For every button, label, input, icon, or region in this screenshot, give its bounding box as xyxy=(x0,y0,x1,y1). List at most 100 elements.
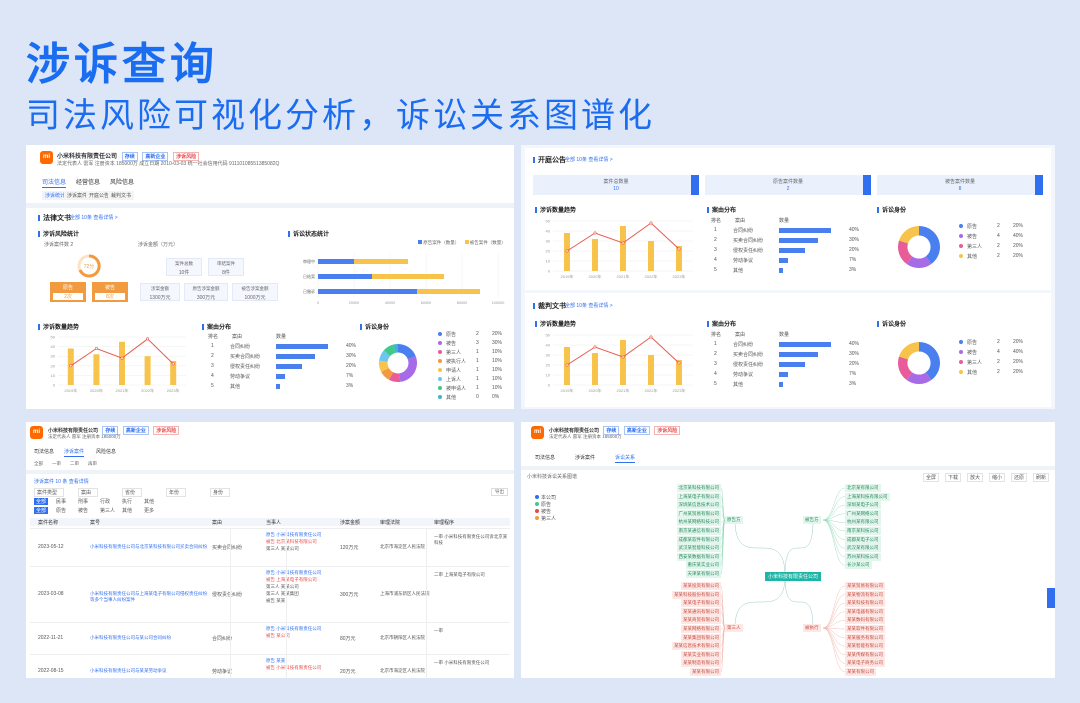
plaintiff-leaf[interactable]: 天津某有限公司 xyxy=(685,570,721,578)
filter-option[interactable]: 全部 xyxy=(34,507,49,514)
third-leaf[interactable]: 某某制造有限公司 xyxy=(681,659,721,668)
case-name-link[interactable]: 小米科技有限责任公司与某公司合同纠纷 xyxy=(90,635,210,641)
plaintiff-leaf[interactable]: 深圳某信息技术公司 xyxy=(676,501,721,510)
hub-third[interactable]: 第三人 xyxy=(725,624,743,632)
bar xyxy=(592,353,598,385)
plaintiff-leaf[interactable]: 重庆某实业公司 xyxy=(685,561,721,570)
plaintiff-leaf[interactable]: 北京某科技有限公司 xyxy=(676,484,721,492)
case-name-link[interactable]: 小米科技有限责任公司与某某劳动争议 xyxy=(90,668,210,674)
plaintiff-leaf[interactable]: 上海某电子有限公司 xyxy=(676,492,721,501)
third-leaf[interactable]: 某某电子有限公司 xyxy=(681,599,721,608)
cause-name: 其他 xyxy=(230,384,241,390)
executed-leaf[interactable]: 某某服务有限公司 xyxy=(845,633,885,642)
expand-button[interactable] xyxy=(863,175,871,195)
executed-leaf[interactable]: 某某数码有限公司 xyxy=(845,616,885,625)
plaintiff-leaf[interactable]: 武汉某智能科技公司 xyxy=(676,544,721,553)
expand-button[interactable] xyxy=(691,175,699,195)
third-leaf[interactable]: 某某实业有限公司 xyxy=(681,650,721,659)
plaintiff-leaf[interactable]: 成都某软件有限公司 xyxy=(676,535,721,544)
subtab-1[interactable]: 一审 xyxy=(52,461,61,467)
case-count[interactable]: 涉诉案件 10 条 查看详情 xyxy=(34,478,89,485)
filter-select: 案由 xyxy=(78,488,99,497)
executed-leaf[interactable]: 某某电器有限公司 xyxy=(845,607,885,616)
plaintiff-leaf[interactable]: 南京某通信有限公司 xyxy=(676,527,721,535)
plaintiff-leaf[interactable]: 杭州某网络科技公司 xyxy=(676,518,721,527)
executed-leaf[interactable]: 某某物流有限公司 xyxy=(845,590,885,599)
filter-option[interactable]: 执行 xyxy=(122,498,132,505)
executed-leaf[interactable]: 某某有限公司 xyxy=(845,668,876,676)
subtab-3[interactable]: 再审 xyxy=(88,461,97,467)
legend-name: 其他 xyxy=(967,254,978,260)
filter-option[interactable]: 原告 xyxy=(56,507,66,514)
cause-rank: 4 xyxy=(211,373,214,379)
trend-point xyxy=(677,247,681,251)
executed-leaf[interactable]: 某某智能有限公司 xyxy=(845,642,885,651)
p2-role-title-b: 诉讼身份 xyxy=(877,319,906,328)
export-button[interactable]: 导出 xyxy=(491,488,508,496)
tab-judicial[interactable]: 司法信息 xyxy=(42,177,67,188)
tab-risk[interactable]: 风险信息 xyxy=(110,177,134,186)
third-leaf[interactable]: 某某商贸有限公司 xyxy=(681,616,721,625)
filter-option[interactable]: 刑事 xyxy=(78,498,88,505)
defendant-leaf[interactable]: 上海某科技有限公司 xyxy=(845,492,890,501)
executed-leaf[interactable]: 某某传媒有限公司 xyxy=(845,650,885,659)
filter-option[interactable]: 全部 xyxy=(34,498,49,505)
tab-business[interactable]: 经营信息 xyxy=(76,177,100,186)
executed-leaf[interactable]: 某某软件有限公司 xyxy=(845,625,885,633)
cause-pct: 7% xyxy=(849,371,857,377)
cause-rank: 2 xyxy=(714,237,717,243)
tab-risk[interactable]: 风险信息 xyxy=(96,448,116,455)
s1-note[interactable]: 全部 10条 查看详情 > xyxy=(565,156,613,163)
bar xyxy=(620,340,626,385)
filter-option[interactable]: 其他 xyxy=(144,498,154,505)
expand-button[interactable] xyxy=(1035,175,1043,195)
case-name-link[interactable]: 小米科技有限责任公司与上海某电子有限公司侵权责任纠纷等多个当事人纠纷案件 xyxy=(90,591,210,603)
filter-option[interactable]: 民事 xyxy=(56,498,66,505)
defendant-leaf[interactable]: 深圳某电子公司 xyxy=(845,501,881,510)
s2-note[interactable]: 全部 10条 查看详情 > xyxy=(565,302,613,309)
plaintiff-leaf[interactable]: 西安某数据有限公司 xyxy=(676,552,721,561)
cause-bar xyxy=(276,364,302,369)
third-leaf[interactable]: 某某信息技术有限公司 xyxy=(672,642,721,651)
subtab-3[interactable]: 裁判文书 xyxy=(108,191,135,200)
hub-executed[interactable]: 被执行 xyxy=(803,624,821,632)
third-leaf[interactable]: 某某有限公司 xyxy=(690,668,721,676)
defendant-leaf[interactable]: 广州某网络公司 xyxy=(845,509,881,518)
defendant-leaf[interactable]: 杭州某有限公司 xyxy=(845,518,881,527)
tab-cases[interactable]: 涉诉案件 xyxy=(64,448,85,457)
subtab-0[interactable]: 全部 xyxy=(34,461,43,467)
plaintiff-leaf[interactable]: 广州某贸易有限公司 xyxy=(676,509,721,518)
case-name-link[interactable]: 小米科技有限责任公司与北京某科技有限公司买卖合同纠纷 xyxy=(90,544,210,550)
filter-option[interactable]: 更多 xyxy=(144,507,154,514)
center-node[interactable]: 小米科技有限责任公司 xyxy=(765,572,822,581)
filter-option[interactable]: 其他 xyxy=(122,507,132,514)
cause-name: 侵权责任纠纷 xyxy=(230,364,261,370)
defendant-leaf[interactable]: 成都某电子公司 xyxy=(845,535,881,544)
defendant-leaf[interactable]: 长沙某公司 xyxy=(845,561,872,570)
filter-option[interactable]: 行政 xyxy=(100,498,110,505)
defendant-leaf[interactable]: 武汉某有限公司 xyxy=(845,544,881,553)
side-collapse-button[interactable] xyxy=(1047,588,1055,608)
third-leaf[interactable]: 某某通讯有限公司 xyxy=(681,607,721,616)
defendant-leaf[interactable]: 北京某有限公司 xyxy=(845,484,881,492)
third-leaf[interactable]: 某某投资有限公司 xyxy=(681,582,721,590)
section-note[interactable]: 全部 10条 查看详情 > xyxy=(70,214,118,221)
defendant-leaf[interactable]: 苏州某科技公司 xyxy=(845,552,881,561)
third-leaf[interactable]: 某某集团有限公司 xyxy=(681,633,721,642)
defendant-leaf[interactable]: 南京某科技公司 xyxy=(845,527,881,535)
filter-option[interactable]: 第三人 xyxy=(100,507,115,514)
executed-leaf[interactable]: 某某科技有限公司 xyxy=(845,599,885,608)
executed-leaf[interactable]: 某某贸易有限公司 xyxy=(845,582,885,590)
bar xyxy=(648,241,654,271)
legend-name: 上诉人 xyxy=(446,377,462,383)
third-leaf[interactable]: 某某网络有限公司 xyxy=(681,625,721,633)
hub-defendant[interactable]: 被告方 xyxy=(803,516,821,524)
tab-judicial[interactable]: 司法信息 xyxy=(34,448,54,455)
hub-plaintiff[interactable]: 原告方 xyxy=(725,516,743,524)
legend-dot xyxy=(438,350,442,354)
filter-option[interactable]: 被告 xyxy=(78,507,88,514)
executed-leaf[interactable]: 某某电子商务公司 xyxy=(845,659,885,668)
feature-badge: 高新企业 xyxy=(122,426,149,435)
third-leaf[interactable]: 某某科技股份有限公司 xyxy=(672,590,721,599)
subtab-2[interactable]: 二审 xyxy=(70,461,79,467)
